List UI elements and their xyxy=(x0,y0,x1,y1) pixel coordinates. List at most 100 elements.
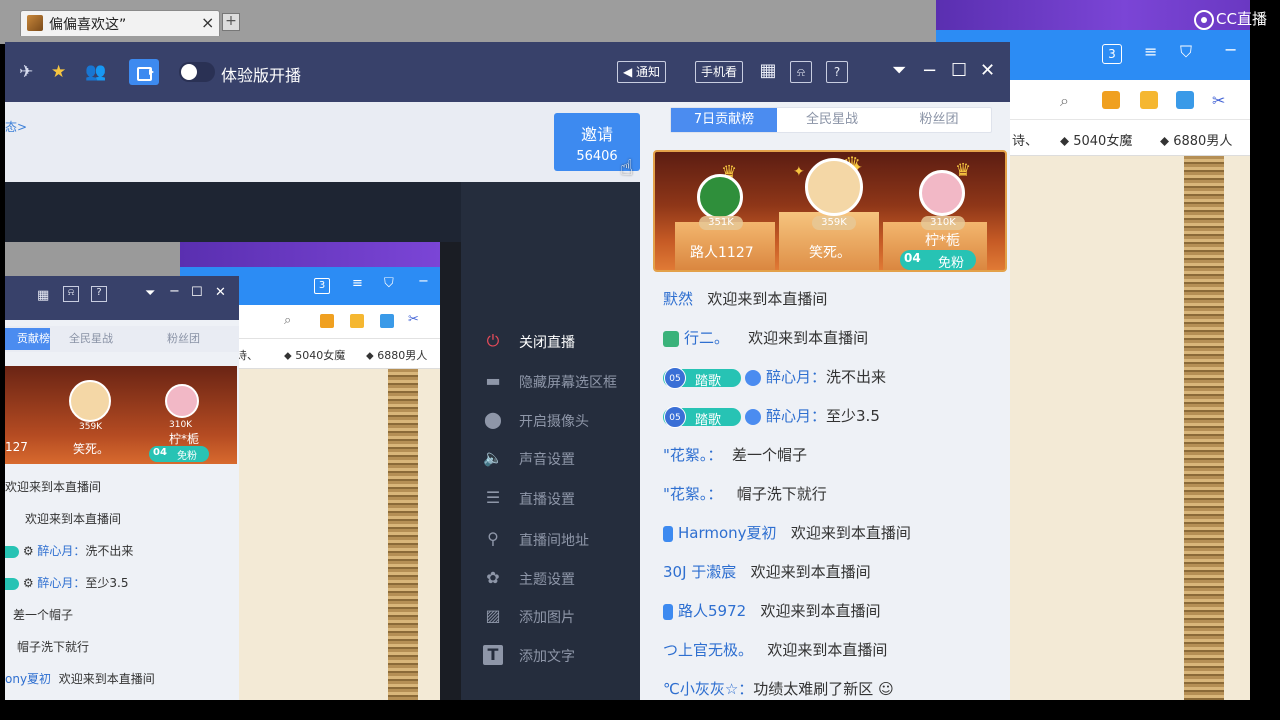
badge-icon[interactable]: 3 xyxy=(1102,44,1122,64)
first-name[interactable]: 笑死。 xyxy=(809,242,851,262)
chat-username[interactable]: 路人5972 xyxy=(678,602,746,620)
tool-icon[interactable] xyxy=(1176,91,1194,109)
nested-chat-line: 差一个帽子 xyxy=(13,606,73,623)
status-link[interactable]: 态> xyxy=(5,118,27,135)
chat-username[interactable]: "花絮。： xyxy=(663,446,722,464)
favorite-label: 6880男人 xyxy=(1173,134,1233,149)
nested-shirt-icon: ⛉ xyxy=(384,276,394,291)
nested-rank-tab: 贡献榜 xyxy=(5,328,50,350)
nested-title-bar xyxy=(180,242,440,267)
scissors-icon[interactable]: ✂ xyxy=(1212,91,1230,110)
phone-view-button[interactable]: 手机看 xyxy=(695,61,744,83)
nested-podium-name: 127 xyxy=(5,440,28,454)
nested-badge xyxy=(5,577,19,590)
bell-icon[interactable]: ⍾ xyxy=(790,61,812,83)
nested-badge-icon: 3 xyxy=(314,278,330,294)
nested-chat-line: ony夏初 欢迎来到本直播间 xyxy=(5,670,155,687)
chat-username[interactable]: 醉心月： xyxy=(766,407,826,425)
nested-favorite: 诗、 xyxy=(236,349,258,362)
star-icon[interactable]: ★ xyxy=(51,63,66,81)
nested-tool-icon xyxy=(380,314,394,328)
chat-text: 欢迎来到本直播间 xyxy=(750,563,871,581)
menu-label: 隐藏屏幕选区框 xyxy=(519,375,617,391)
extension-icon[interactable] xyxy=(1102,91,1120,109)
chat-message: つ上官无极。 欢迎来到本直播间 xyxy=(663,639,887,661)
tab-7day-rank[interactable]: 7日贡献榜 xyxy=(671,108,777,132)
image-icon: ▨ xyxy=(485,606,501,625)
chat-text: 欢迎来到本直播间 xyxy=(790,524,911,542)
tab-star-war[interactable]: 全民星战 xyxy=(779,108,885,132)
menu-label: 开启摄像头 xyxy=(519,414,589,430)
chat-message: 默然 欢迎来到本直播间 xyxy=(663,288,827,310)
menu-label: 添加图片 xyxy=(519,610,575,626)
nested-search-icon: ⌕ xyxy=(284,313,292,328)
sparkle-icon: ✦ xyxy=(793,164,805,180)
favorite-label: 5040女魔 xyxy=(1073,134,1133,149)
search-icon[interactable]: ⌕ xyxy=(1060,91,1078,110)
new-tab-button[interactable]: + xyxy=(222,13,240,31)
favorite-link[interactable]: 诗、 xyxy=(1012,130,1038,149)
trial-mode-label: 体验版开播 xyxy=(221,66,302,85)
camera-icon[interactable] xyxy=(129,59,159,85)
nested-chat-msg: 至少3.5 xyxy=(85,576,129,590)
chat-message: 路人5972 欢迎来到本直播间 xyxy=(663,600,881,622)
menu-label: 声音设置 xyxy=(519,452,575,468)
trial-mode-toggle[interactable] xyxy=(179,62,215,82)
chat-text: 帽子洗下就行 xyxy=(736,485,827,503)
grid-icon[interactable]: ▦ xyxy=(757,61,779,83)
menu-label: 主题设置 xyxy=(519,572,575,588)
chat-text: 欢迎来到本直播间 xyxy=(748,329,869,347)
minimize-icon[interactable]: − xyxy=(922,60,937,82)
shirt-icon[interactable]: ⛉ xyxy=(1180,42,1192,62)
third-avatar xyxy=(919,170,965,216)
chat-username[interactable]: 行二。 xyxy=(684,329,729,347)
chat-username[interactable]: "花絮。： xyxy=(663,485,722,503)
chat-username[interactable]: 30J 于瀫宸 xyxy=(663,563,736,581)
tab-close-icon[interactable]: × xyxy=(201,13,214,32)
second-score: 351K xyxy=(699,216,743,230)
cc-live-logo: CC直播 xyxy=(1194,8,1267,30)
close-icon[interactable]: ✕ xyxy=(980,60,995,82)
nested-favorite: ⬥ 5040女魔 xyxy=(284,349,346,362)
chat-username[interactable]: 醉心月： xyxy=(766,368,826,386)
chat-username[interactable]: ℃小灰灰☆： xyxy=(663,680,753,698)
chat-text: 功绩太难刷了新区 xyxy=(753,680,874,698)
nested-chat-msg: 差一个帽子 xyxy=(13,608,74,622)
invite-label: 邀请 xyxy=(580,125,613,144)
fan-badge[interactable]: 04 免粉 xyxy=(900,250,976,270)
nested-scissors-icon: ✂ xyxy=(408,312,419,327)
chat-username[interactable]: つ上官无极。 xyxy=(663,641,753,659)
nested-bell-icon: ⍾ xyxy=(63,286,79,302)
dropdown-icon[interactable]: ⏷ xyxy=(892,60,906,82)
decorative-frame xyxy=(1184,156,1224,700)
key-icon[interactable] xyxy=(1140,91,1158,109)
nested-chat-line: 欢迎来到本直播间 xyxy=(25,510,121,527)
plane-icon[interactable]: ✈ xyxy=(19,63,33,81)
badge-level: 05 xyxy=(664,405,686,428)
nested-podium-score: 310K xyxy=(169,420,193,430)
menu-icon[interactable]: ≡ xyxy=(1144,42,1157,61)
nested-avatar xyxy=(69,380,111,422)
nested-chat-line: 帽子洗下就行 xyxy=(17,638,89,655)
tab-fan-club[interactable]: 粉丝团 xyxy=(887,108,991,132)
second-name[interactable]: 路人1127 xyxy=(690,242,754,262)
nested-chat-msg: 欢迎来到本直播间 xyxy=(58,672,155,686)
nested-close-icon: ✕ xyxy=(215,285,226,300)
notify-label: 通知 xyxy=(636,65,661,79)
notify-button[interactable]: ◀ 通知 xyxy=(617,61,667,83)
favorite-link[interactable]: ⬥ 5040女魔 xyxy=(1060,130,1132,149)
users-icon[interactable]: 👥 xyxy=(85,63,106,81)
menu-label: 添加文字 xyxy=(519,649,575,665)
chat-username[interactable]: 默然 xyxy=(663,290,693,308)
minimize-icon[interactable]: − xyxy=(1224,40,1237,59)
third-name[interactable]: 柠*栀 xyxy=(925,230,960,250)
favorite-link[interactable]: ⬥ 6880男人 xyxy=(1160,130,1232,149)
help-icon[interactable]: ? xyxy=(826,61,848,83)
chat-message: 05 踏歌 醉心月：至少3.5 xyxy=(663,405,880,428)
browser-tab[interactable]: 偏偏喜欢这” × xyxy=(20,10,220,36)
menu-label: 直播设置 xyxy=(519,492,575,508)
maximize-icon[interactable]: ☐ xyxy=(951,60,967,82)
chat-username[interactable]: Harmony夏初 xyxy=(678,524,777,542)
nested-fan-label: 免粉 xyxy=(177,451,197,462)
power-icon: ⏻ xyxy=(486,331,500,350)
